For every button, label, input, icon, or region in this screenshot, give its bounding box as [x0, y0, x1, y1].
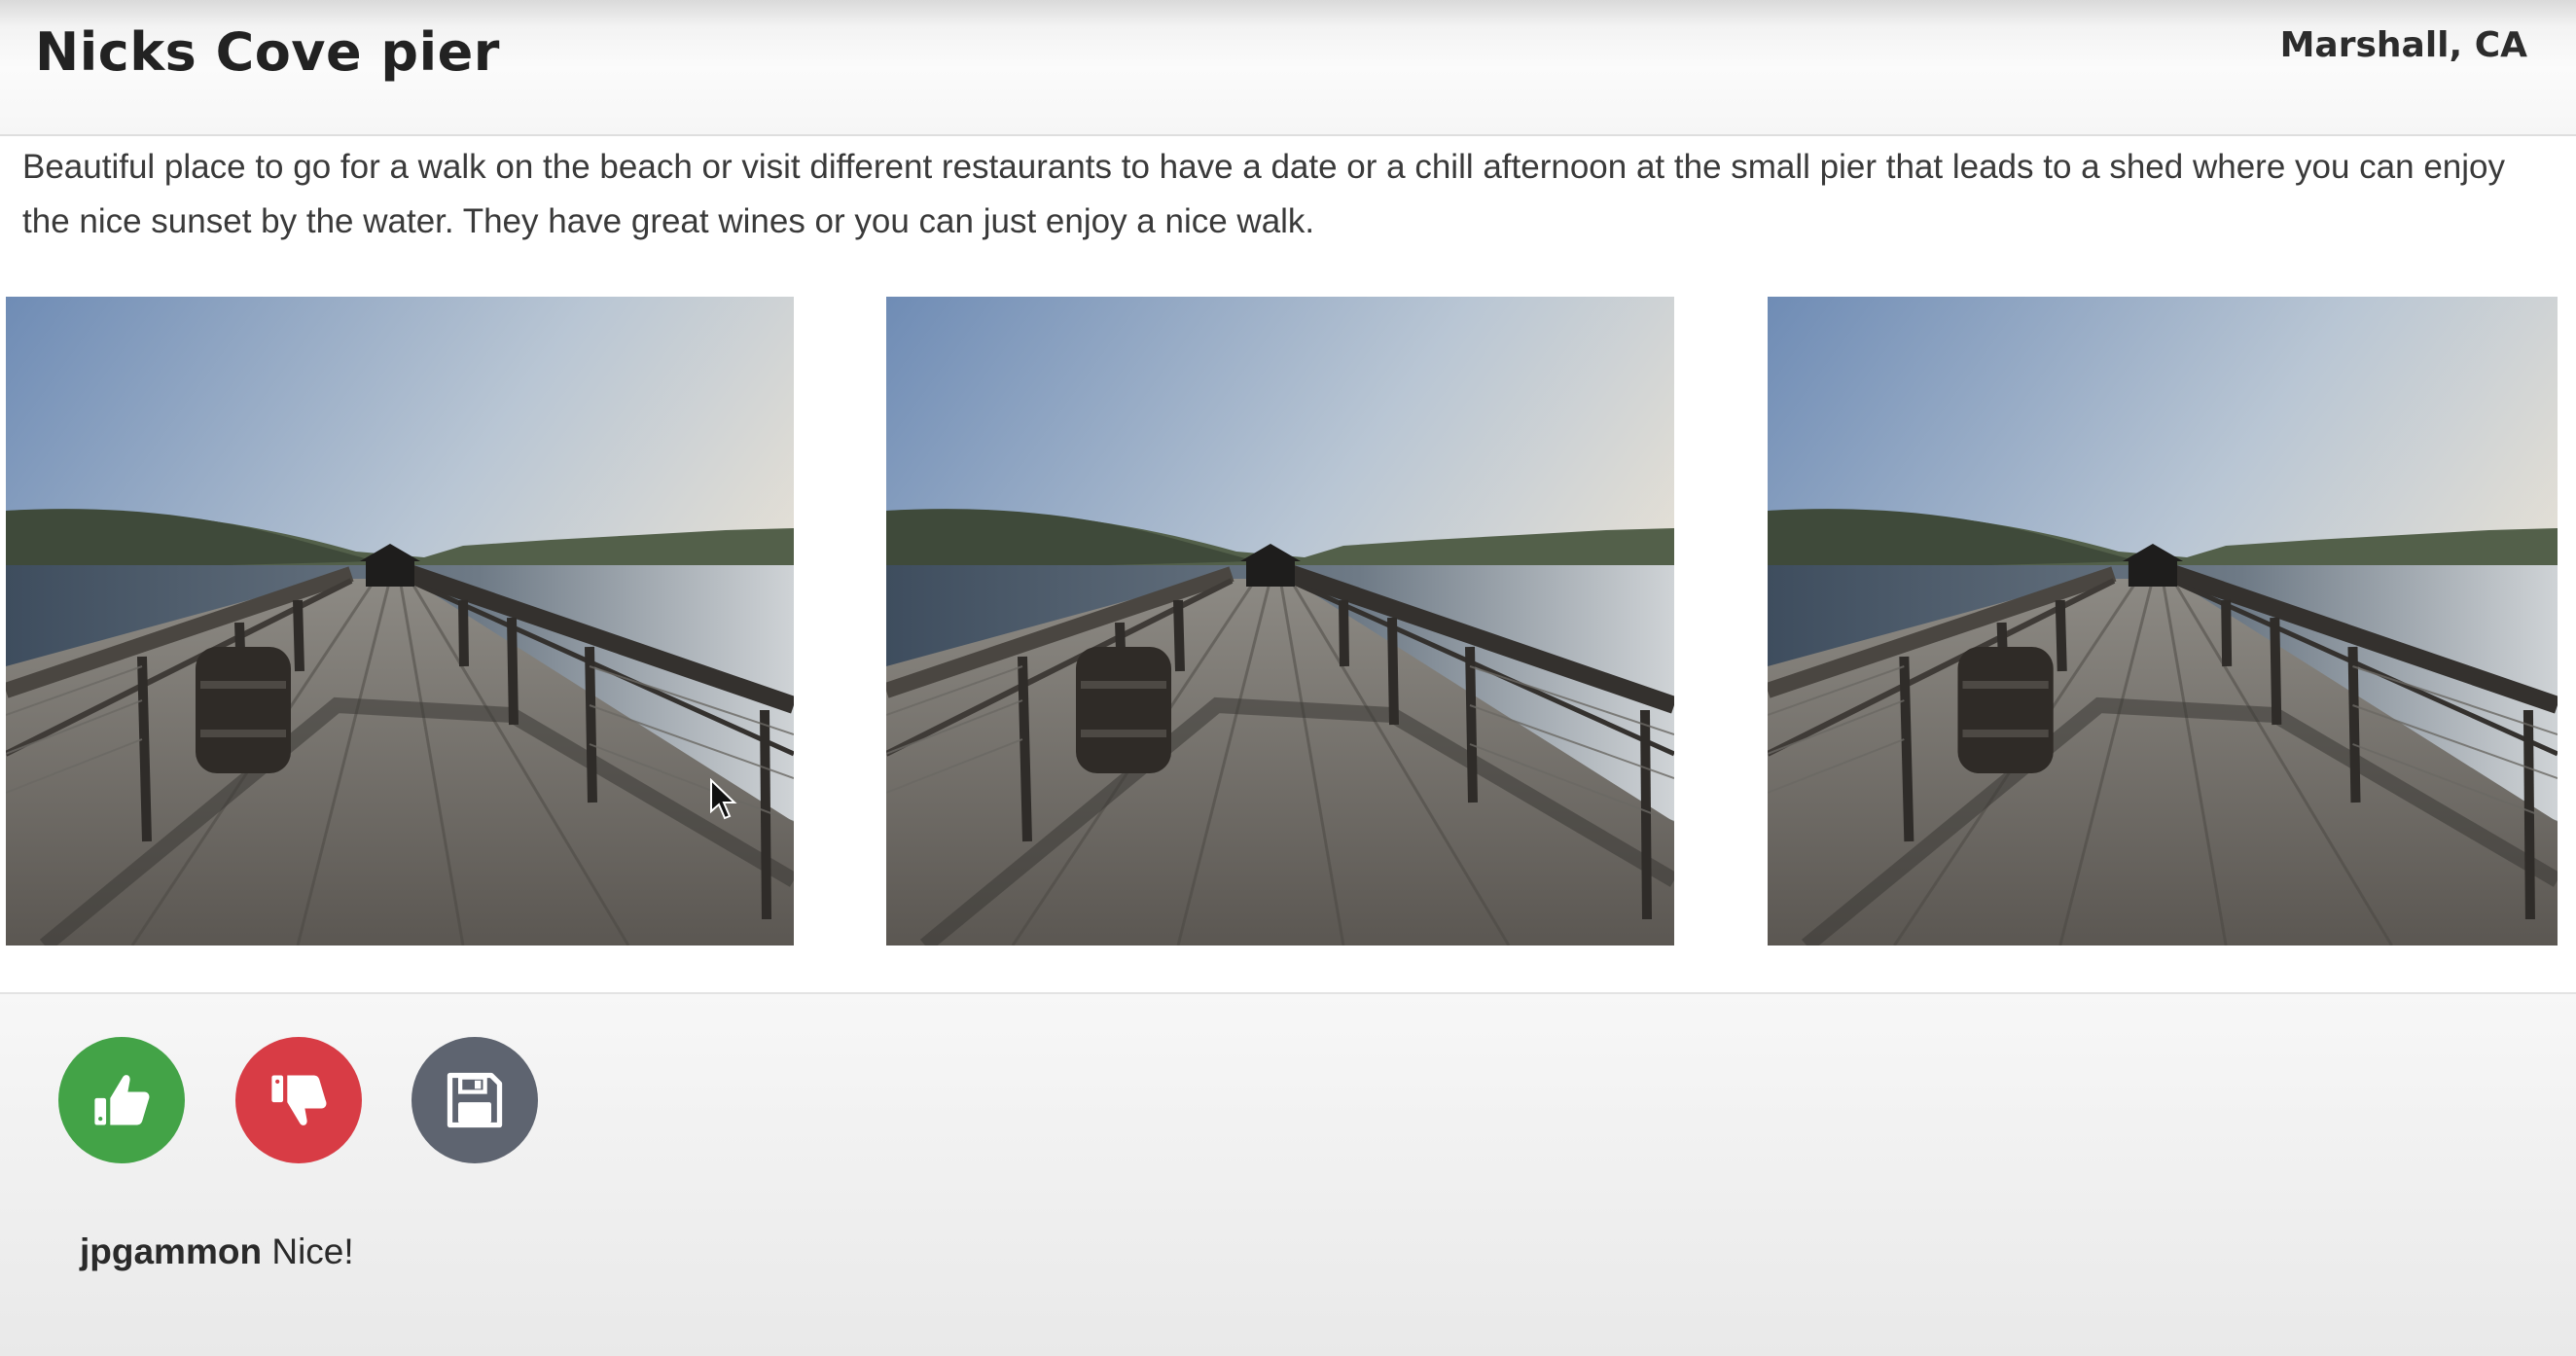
thumbs-up-icon: [94, 1075, 150, 1125]
post-description: Beautiful place to go for a walk on the …: [22, 148, 2505, 240]
location-label: Marshall, CA: [2279, 25, 2527, 65]
dislike-button[interactable]: [235, 1037, 362, 1163]
pier-photo-image: [6, 297, 794, 946]
photo-3[interactable]: [1768, 297, 2558, 946]
save-button[interactable]: [411, 1037, 538, 1163]
post-footer: [0, 992, 2576, 1356]
header: Nicks Cove pier Marshall, CA: [0, 0, 2576, 136]
pier-photo-image: [886, 297, 1674, 946]
page-title: Nicks Cove pier: [35, 21, 500, 83]
pier-photo-image: [1768, 297, 2558, 946]
mouse-cursor-icon: [710, 778, 737, 820]
comment-text: Nice!: [271, 1231, 354, 1271]
thumbs-down-icon: [271, 1075, 327, 1125]
comment-item: jpgammon Nice!: [80, 1231, 354, 1272]
photo-1[interactable]: [6, 297, 794, 946]
like-button[interactable]: [58, 1037, 185, 1163]
floppy-disk-icon: [447, 1072, 503, 1128]
photo-2[interactable]: [886, 297, 1674, 946]
comment-username[interactable]: jpgammon: [80, 1231, 262, 1271]
